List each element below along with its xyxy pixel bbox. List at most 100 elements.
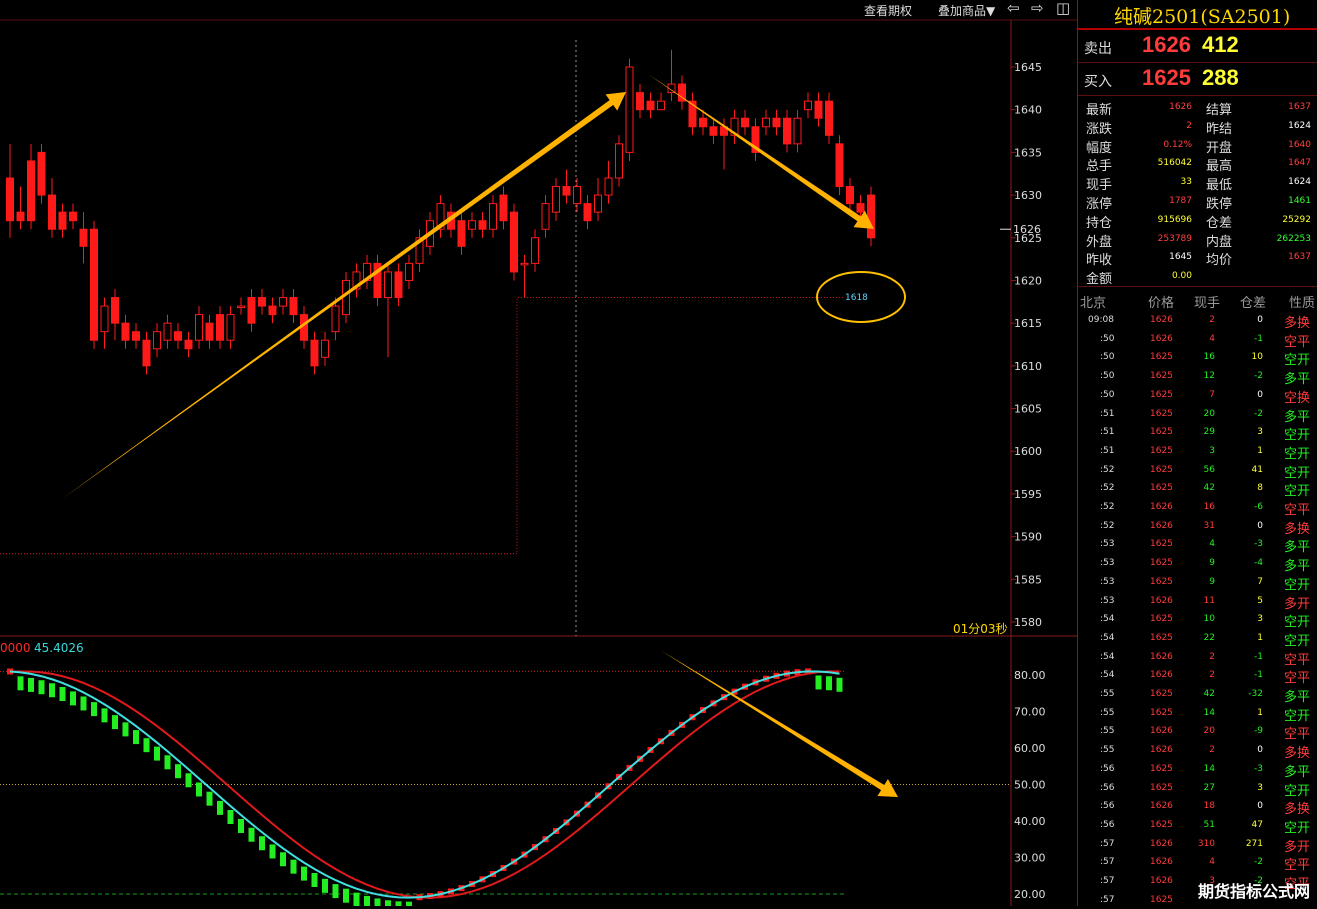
tick-nature: 多平 <box>1284 690 1311 705</box>
tick-time: :57 <box>1100 894 1115 905</box>
tick-row: :55 1626 2 0 多换 <box>1078 741 1317 761</box>
indicator-bar <box>385 900 391 906</box>
buy-volume: 288 <box>1202 65 1239 90</box>
tick-oi-change: -9 <box>1254 726 1263 737</box>
candle-body <box>58 211 67 230</box>
stat-label: 昨收 <box>1086 253 1113 269</box>
stat-value: 1787 <box>1169 196 1192 206</box>
price-axis-label: 1605 <box>1014 403 1042 416</box>
tick-time: :53 <box>1100 558 1115 569</box>
tick-oi-change: -4 <box>1254 558 1263 569</box>
tick-price: 1626 <box>1150 838 1173 849</box>
sell-price: 1626 <box>1142 32 1191 57</box>
tick-volume: 14 <box>1203 707 1215 718</box>
tick-row: :52 1625 56 41 空开 <box>1078 461 1317 481</box>
tick-price: 1626 <box>1150 876 1173 886</box>
tick-time: :53 <box>1100 539 1115 550</box>
tick-time: :52 <box>1100 502 1115 512</box>
tick-oi-change: -2 <box>1254 857 1263 868</box>
tick-time: :52 <box>1100 483 1115 494</box>
tick-volume: 12 <box>1203 371 1215 382</box>
indicator-bar <box>406 901 412 906</box>
tick-nature: 空平 <box>1284 727 1311 743</box>
tick-row: :56 1625 14 -3 多平 <box>1078 760 1317 780</box>
tick-volume: 20 <box>1203 408 1215 419</box>
candle-body <box>772 117 781 128</box>
tick-price: 1626 <box>1150 595 1173 606</box>
tick-row: :57 1626 310 271 多开 <box>1078 835 1317 855</box>
header-time: 北京 <box>1080 296 1107 311</box>
indicator-bar <box>133 730 139 745</box>
tick-time: :56 <box>1100 782 1115 793</box>
candle-body <box>216 314 224 341</box>
price-axis-label: 1630 <box>1014 189 1042 202</box>
stat-label: 内盘 <box>1206 234 1233 250</box>
candle-body <box>48 194 56 230</box>
stat-label: 开盘 <box>1206 140 1233 156</box>
candle-body <box>37 151 46 196</box>
candle-body <box>27 160 35 222</box>
candle-body <box>205 322 214 341</box>
tick-price: 1626 <box>1150 502 1173 512</box>
tick-row: :54 1626 2 -1 空平 <box>1078 666 1317 686</box>
stat-2-left: 幅度 0.12% <box>1086 136 1192 156</box>
candle-body <box>594 194 602 213</box>
stat-label: 昨结 <box>1206 121 1233 137</box>
tick-time: :50 <box>1100 352 1115 363</box>
candle-body <box>657 100 665 111</box>
indicator-bar <box>353 892 360 906</box>
candle-body <box>804 100 812 111</box>
tick-row: :50 1625 12 -2 多平 <box>1078 367 1317 387</box>
tick-time: :55 <box>1100 745 1115 756</box>
stat-9-left: 金额 0.00 <box>1086 267 1192 287</box>
tick-nature: 空平 <box>1284 334 1311 350</box>
tick-nature: 空开 <box>1284 446 1311 462</box>
tick-row: 09:08 1626 2 0 多换 <box>1078 311 1317 331</box>
tick-oi-change: 47 <box>1251 819 1263 830</box>
tick-oi-change: 0 <box>1257 389 1263 400</box>
indicator-axis-label: 40.00 <box>1014 815 1046 828</box>
tick-volume: 16 <box>1203 352 1215 363</box>
tick-oi-change: 0 <box>1257 745 1263 756</box>
uptrend-arrow-shape <box>62 92 626 499</box>
tick-oi-change: 1 <box>1257 445 1263 456</box>
tick-price: 1626 <box>1150 651 1173 662</box>
candle-body <box>541 203 550 230</box>
price-chart[interactable]: 1645164016351630162516201615161016051600… <box>0 0 1077 906</box>
tick-row: :54 1625 10 3 空开 <box>1078 610 1317 630</box>
candle-body <box>835 143 844 188</box>
tick-nature: 空开 <box>1284 708 1311 724</box>
tick-row: :50 1625 7 0 空换 <box>1078 386 1317 406</box>
tick-nature: 多平 <box>1284 409 1311 425</box>
indicator-bar <box>49 683 55 698</box>
tick-nature: 空开 <box>1284 428 1311 444</box>
stat-label: 总手 <box>1086 159 1113 175</box>
candle-body <box>856 203 865 213</box>
stat-8-left: 昨收 1645 <box>1086 248 1192 269</box>
indicator-bar <box>322 878 328 893</box>
tick-row: :53 1625 9 7 空开 <box>1078 573 1317 593</box>
tick-oi-change: 0 <box>1257 315 1263 325</box>
indicator-axis-label: 30.00 <box>1014 852 1046 865</box>
stat-value: 1637 <box>1288 252 1311 263</box>
candle-body <box>226 314 235 341</box>
stat-8-right: 均价 1637 <box>1206 248 1311 268</box>
candle-body <box>247 297 256 324</box>
tick-price: 1625 <box>1150 819 1173 830</box>
tick-volume: 310 <box>1197 838 1215 849</box>
candle-body <box>510 211 518 273</box>
stat-4-right: 最低 1624 <box>1206 173 1311 193</box>
candle-body <box>625 66 634 153</box>
stat-label: 现手 <box>1086 178 1113 194</box>
indicator-bar <box>248 827 255 842</box>
contract-title: 纯碱2501(SA2501) <box>1078 0 1317 30</box>
candle-body <box>646 100 655 111</box>
candle-body <box>310 339 319 367</box>
stat-label: 最高 <box>1206 159 1233 175</box>
tick-time: :57 <box>1100 876 1115 886</box>
tick-oi-change: 0 <box>1257 520 1263 531</box>
indicator-bar <box>185 773 192 788</box>
tick-price: 1625 <box>1150 689 1173 699</box>
candle-body <box>331 305 340 333</box>
tick-price: 1626 <box>1150 520 1173 531</box>
